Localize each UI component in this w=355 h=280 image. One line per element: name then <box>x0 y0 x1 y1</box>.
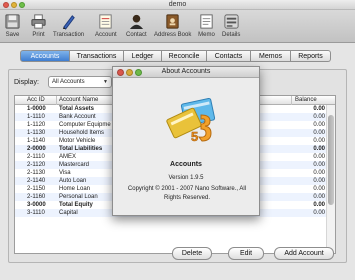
svg-text:5: 5 <box>191 129 198 144</box>
cell-balance: 0.00 <box>313 186 325 192</box>
cell-acc-id: 2-1160 <box>27 194 46 200</box>
cell-balance: 0.00 <box>313 138 325 144</box>
cell-acc-id: 2-0000 <box>27 146 46 152</box>
display-filter-select[interactable]: All Accounts ▼ <box>48 76 112 88</box>
pen-icon <box>62 15 75 30</box>
details-icon <box>224 14 239 29</box>
cell-balance: 0.00 <box>313 122 325 128</box>
display-filter-value: All Accounts <box>52 79 85 85</box>
cell-balance: 0.00 <box>313 194 325 200</box>
person-icon <box>129 14 143 30</box>
cell-balance: 0.00 <box>313 106 325 112</box>
cell-balance: 0.00 <box>313 170 325 176</box>
cell-acc-id: 1-1130 <box>27 130 46 136</box>
window-titlebar: demo <box>0 0 355 10</box>
cell-acc-id: 1-1140 <box>27 138 46 144</box>
cell-balance: 0.00 <box>313 202 325 208</box>
toolbar: Save Print Transaction Account Contact A… <box>0 10 355 43</box>
scrollbar-thumb[interactable] <box>328 115 334 205</box>
cell-acc-id: 2-1120 <box>27 162 46 168</box>
cell-acc-id: 2-1150 <box>27 186 46 192</box>
column-header-balance[interactable]: Balance <box>295 97 317 103</box>
tab-memos[interactable]: Memos <box>251 50 291 62</box>
tab-bar: Accounts Transactions Ledger Reconcile C… <box>20 50 331 62</box>
toolbar-transaction-button[interactable]: Transaction <box>53 13 84 38</box>
ledger-icon <box>99 14 112 29</box>
cell-acc-id: 1-1120 <box>27 122 46 128</box>
cell-balance: 0.00 <box>313 130 325 136</box>
chevron-down-icon: ▼ <box>103 79 108 85</box>
cell-acc-id: 3-1110 <box>27 210 45 216</box>
toolbar-address-book-label: Address Book <box>154 32 192 38</box>
memo-icon <box>200 14 213 29</box>
cell-acc-id: 2-1140 <box>27 178 46 184</box>
cell-acc-id: 2-1110 <box>27 154 45 160</box>
delete-button[interactable]: Delete <box>172 247 212 260</box>
tab-accounts[interactable]: Accounts <box>20 50 70 62</box>
about-dialog: About Accounts 5 Accounts Version 1.9.5 … <box>112 66 260 216</box>
cell-acc-id: 1-0000 <box>27 106 46 112</box>
cell-acc-id: 3-0000 <box>27 202 46 208</box>
display-filter-label: Display: <box>14 79 39 86</box>
printer-icon <box>31 14 46 29</box>
about-app-name: Accounts <box>170 161 202 168</box>
address-book-icon <box>166 14 179 29</box>
cell-acc-id: 2-1130 <box>27 170 46 176</box>
toolbar-details-button[interactable]: Details <box>222 13 240 38</box>
toolbar-transaction-label: Transaction <box>53 32 85 38</box>
toolbar-print-button[interactable]: Print <box>30 13 47 38</box>
cell-balance: 0.00 <box>313 162 325 168</box>
edit-button[interactable]: Edit <box>228 247 264 260</box>
tab-transactions[interactable]: Transactions <box>70 50 124 62</box>
window-title: demo <box>168 1 187 8</box>
cell-balance: 0.00 <box>313 210 325 216</box>
tab-reports[interactable]: Reports <box>291 50 331 62</box>
cell-balance: 0.00 <box>313 178 325 184</box>
add-account-button[interactable]: Add Account <box>274 247 334 260</box>
about-copyright: Copyright © 2001 - 2007 Nano Software., … <box>127 186 247 201</box>
cell-balance: 0.00 <box>313 146 325 152</box>
toolbar-save-button[interactable]: Save <box>4 13 21 38</box>
column-header-account-name[interactable]: Account Name <box>59 97 98 103</box>
toolbar-account-button[interactable]: Account <box>95 13 117 38</box>
tab-reconcile[interactable]: Reconcile <box>162 50 207 62</box>
toolbar-details-label: Details <box>222 32 241 38</box>
save-icon <box>5 14 20 29</box>
toolbar-address-book-button[interactable]: Address Book <box>154 13 191 38</box>
tab-contacts[interactable]: Contacts <box>207 50 251 62</box>
cell-balance: 0.00 <box>313 154 325 160</box>
column-header-acc-id[interactable]: Acc ID <box>27 97 45 103</box>
cell-balance: 0.00 <box>313 114 325 120</box>
tab-ledger[interactable]: Ledger <box>124 50 162 62</box>
accounts-app-logo: 5 <box>166 97 216 144</box>
cell-acc-id: 1-1110 <box>27 114 45 120</box>
toolbar-save-label: Save <box>5 32 20 38</box>
toolbar-account-label: Account <box>95 32 117 38</box>
toolbar-memo-label: Memo <box>198 32 215 38</box>
column-divider <box>291 96 292 105</box>
about-version: Version 1.9.5 <box>168 175 204 181</box>
column-divider <box>56 96 57 105</box>
about-dialog-titlebar: About Accounts <box>113 67 259 78</box>
toolbar-print-label: Print <box>32 32 45 38</box>
about-dialog-title: About Accounts <box>161 68 211 75</box>
toolbar-memo-button[interactable]: Memo <box>198 13 215 38</box>
toolbar-contact-button[interactable]: Contact <box>126 13 147 38</box>
table-scrollbar[interactable] <box>326 105 335 253</box>
toolbar-contact-label: Contact <box>126 32 147 38</box>
